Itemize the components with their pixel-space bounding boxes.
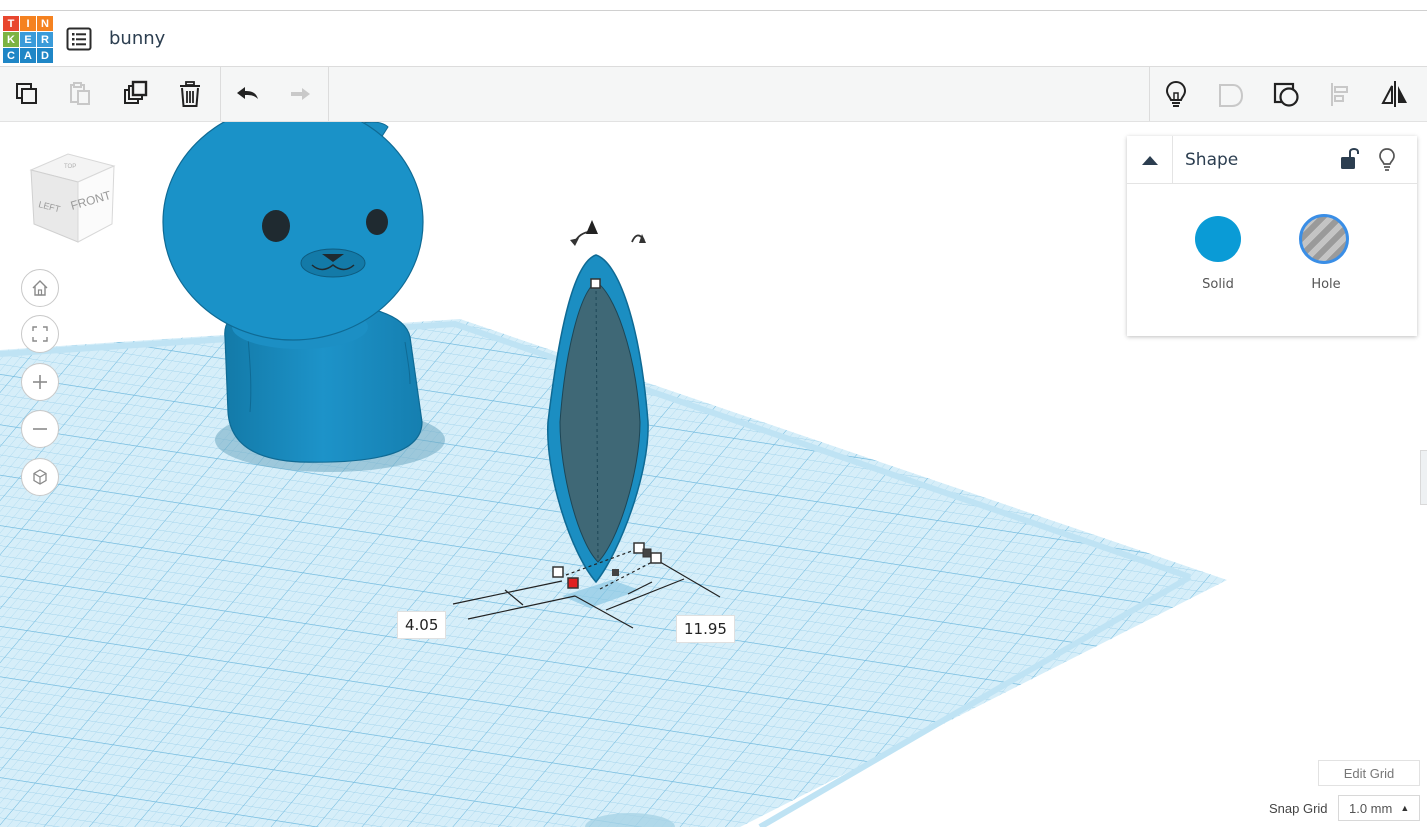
ungroup-icon	[1273, 82, 1299, 107]
caret-up-icon	[1141, 155, 1158, 165]
fit-view-button[interactable]	[21, 315, 59, 353]
zoom-out-button[interactable]	[21, 410, 59, 448]
undo-button[interactable]	[229, 77, 265, 111]
duplicate-button[interactable]	[118, 77, 154, 111]
toolbar-separator	[1149, 67, 1150, 121]
title-bar	[0, 11, 1427, 67]
logo-letter: K	[3, 32, 19, 47]
snap-grid-select[interactable]: 1.0 mm ▲	[1338, 795, 1420, 821]
caret-up-icon: ▲	[1400, 803, 1410, 813]
lightbulb-icon	[1165, 80, 1187, 107]
ungroup-button[interactable]	[1268, 77, 1304, 111]
solid-swatch[interactable]	[1195, 216, 1241, 262]
hide-shape-button[interactable]	[1376, 146, 1398, 172]
dimension-width-label[interactable]: 4.05	[397, 611, 447, 639]
project-name[interactable]: bunny	[109, 28, 165, 49]
zoom-in-button[interactable]	[21, 363, 59, 401]
edit-toolbar	[0, 67, 1427, 122]
shape-panel-header: Shape	[1127, 136, 1417, 184]
logo-letter: D	[37, 48, 53, 63]
dimension-length-label[interactable]: 11.95	[676, 615, 735, 643]
mirror-button[interactable]	[1377, 77, 1413, 111]
zoom-out-icon	[33, 428, 47, 430]
toolbar-separator	[220, 67, 221, 121]
copy-button[interactable]	[9, 77, 45, 111]
snap-grid-label: Snap Grid	[1269, 801, 1328, 816]
window-top-strip	[0, 0, 1427, 11]
tinkercad-logo[interactable]: TIN KER CAD	[3, 16, 53, 64]
panel-side-handle[interactable]	[1420, 450, 1427, 505]
edit-grid-button[interactable]: Edit Grid	[1318, 760, 1420, 786]
logo-letter: R	[37, 32, 53, 47]
align-icon	[1331, 83, 1348, 106]
list-icon	[66, 27, 92, 51]
home-icon	[32, 280, 48, 296]
paste-button[interactable]	[62, 77, 98, 111]
copy-icon	[16, 83, 37, 104]
home-view-button[interactable]	[21, 269, 59, 307]
align-button[interactable]	[1322, 77, 1358, 111]
collapse-panel-button[interactable]	[1127, 136, 1173, 183]
logo-letter: E	[20, 32, 36, 47]
fit-icon	[32, 326, 48, 342]
paste-icon	[70, 82, 90, 105]
unlock-icon	[1341, 148, 1359, 169]
zoom-in-icon	[33, 375, 47, 389]
logo-letter: C	[3, 48, 19, 63]
logo-letter: N	[37, 16, 53, 31]
toolbar-separator	[328, 67, 329, 121]
hole-swatch[interactable]	[1299, 214, 1349, 264]
shape-panel-title: Shape	[1185, 150, 1239, 170]
duplicate-icon	[124, 80, 148, 104]
group-icon	[1219, 84, 1244, 107]
logo-letter: I	[20, 16, 36, 31]
logo-letter: T	[3, 16, 19, 31]
snap-grid-value: 1.0 mm	[1349, 800, 1393, 816]
lightbulb-icon	[1379, 148, 1395, 171]
redo-icon	[291, 88, 310, 100]
logo-letter: A	[20, 48, 36, 63]
show-all-button[interactable]	[1158, 77, 1194, 111]
shape-inspector-panel: Shape Solid Hole	[1127, 136, 1417, 336]
solid-label: Solid	[1202, 277, 1234, 292]
design-list-button[interactable]	[66, 27, 92, 51]
rotate-handles[interactable]	[570, 220, 646, 246]
perspective-button[interactable]	[21, 458, 59, 496]
lock-button[interactable]	[1338, 146, 1360, 172]
hole-label: Hole	[1311, 277, 1341, 292]
view-cube[interactable]: LEFT FRONT TOP	[26, 152, 121, 247]
group-button[interactable]	[1212, 77, 1248, 111]
redo-button[interactable]	[282, 77, 318, 111]
mirror-icon	[1381, 81, 1407, 107]
delete-button[interactable]	[172, 77, 208, 111]
undo-icon	[237, 87, 258, 99]
perspective-icon	[33, 469, 47, 485]
viewcube-top-label: TOP	[64, 164, 76, 170]
trash-icon	[180, 81, 200, 107]
